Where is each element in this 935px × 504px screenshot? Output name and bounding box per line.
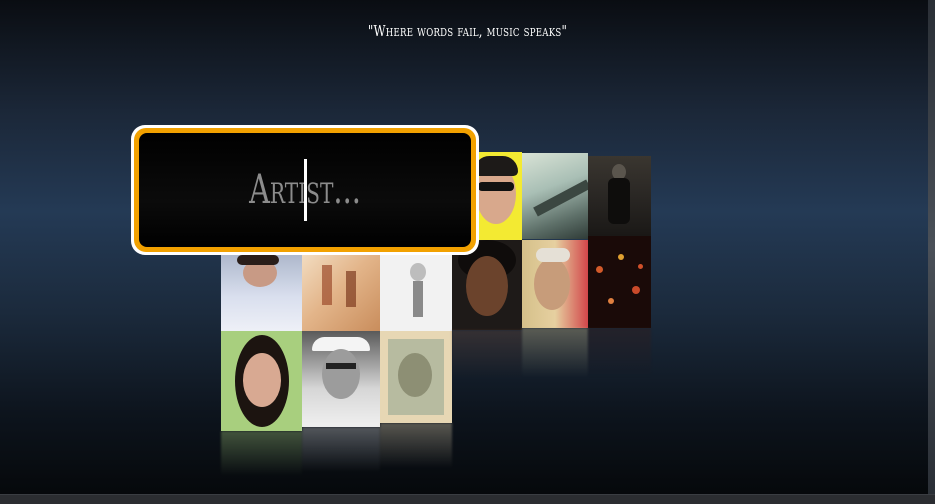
album-man-hat-bw[interactable] (302, 331, 380, 427)
text-caret (304, 159, 307, 221)
window-right-edge (928, 0, 935, 495)
search-highlight-border (134, 128, 476, 252)
album-woman-green[interactable] (221, 331, 302, 431)
album-sepia-figures[interactable] (302, 255, 380, 331)
window-bottom-bar (0, 494, 935, 504)
album-pop-art-face[interactable] (522, 240, 588, 328)
album-dark-figure[interactable] (588, 156, 651, 236)
search-field-container (139, 133, 471, 247)
album-reflection (452, 330, 522, 380)
artist-search-box (131, 125, 479, 255)
album-reflection (522, 328, 588, 378)
album-bokeh-lights[interactable] (588, 236, 651, 328)
album-vintage-face[interactable] (380, 331, 452, 423)
album-pillow-face[interactable] (221, 255, 302, 331)
album-reflection (588, 328, 651, 378)
album-reflection (221, 431, 302, 476)
album-road-teal[interactable] (522, 153, 588, 239)
header-quote: "Where words fail, music speaks" (367, 22, 568, 40)
album-reflection (380, 423, 452, 468)
album-reflection (302, 427, 380, 472)
album-white-sketch[interactable] (380, 255, 452, 331)
